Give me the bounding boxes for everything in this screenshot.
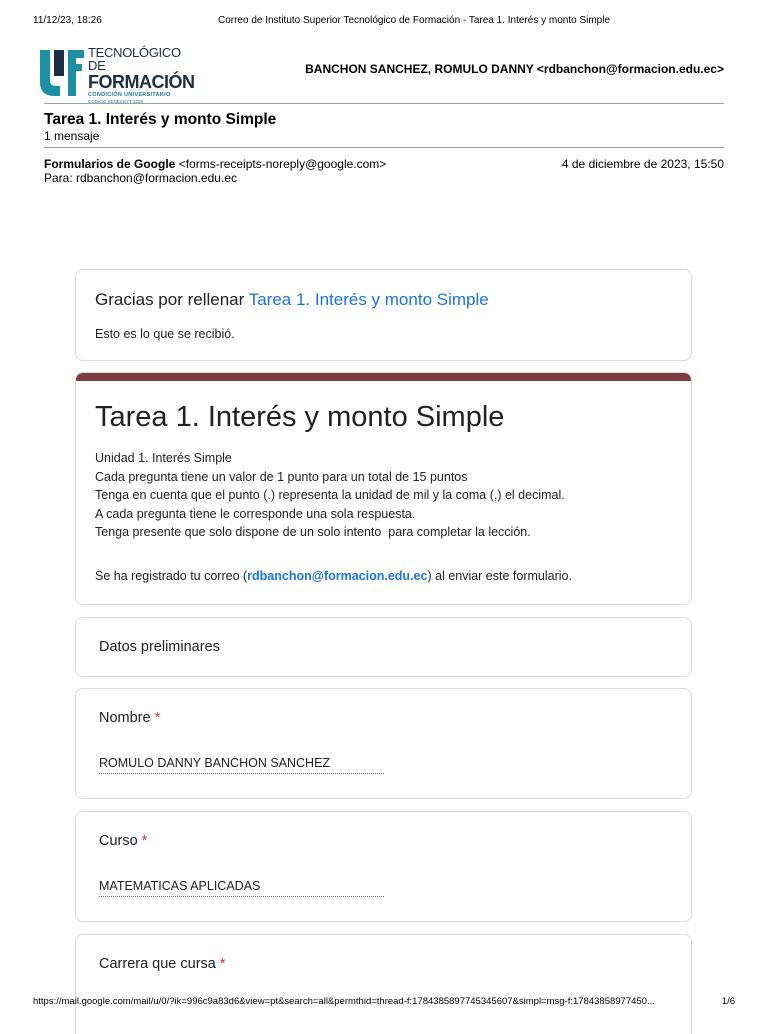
receipt-card: Gracias por rellenar Tarea 1. Interés y … <box>75 269 692 361</box>
message-count: 1 mensaje <box>44 129 100 143</box>
question-label: Curso <box>99 833 138 849</box>
section-card: Datos preliminares <box>75 617 692 677</box>
page-number: 1/6 <box>721 996 735 1007</box>
required-mark: * <box>141 833 148 849</box>
email-sender: Formularios de Google <forms-receipts-no… <box>44 157 386 171</box>
question-answer: ROMULO DANNY BANCHON SANCHEZ <box>99 756 384 774</box>
email-notice-suffix: ) al enviar este formulario. <box>427 569 572 583</box>
required-mark: * <box>219 956 226 972</box>
question-title: Curso * <box>99 833 147 849</box>
form-accent-bar <box>76 373 691 381</box>
email-subject: Tarea 1. Interés y monto Simple <box>44 111 277 128</box>
sender-name: Formularios de Google <box>44 157 176 171</box>
form-description-line: Tenga presente que solo dispone de un so… <box>95 525 531 539</box>
form-header-card: Tarea 1. Interés y monto Simple Unidad 1… <box>75 372 692 605</box>
section-title: Datos preliminares <box>99 639 220 655</box>
form-email-notice: Se ha registrado tu correo (rdbanchon@fo… <box>95 569 572 583</box>
question-title: Carrera que cursa * <box>99 956 226 972</box>
print-footer: https://mail.google.com/mail/u/0/?ik=996… <box>33 996 735 1008</box>
logo-line-3: CONDICIÓN UNIVERSITARIO <box>88 92 171 98</box>
logo-line-2: FORMACIÓN <box>88 72 195 92</box>
form-description-line: A cada pregunta tiene le corresponde una… <box>95 506 416 521</box>
form-title: Tarea 1. Interés y monto Simple <box>95 401 505 433</box>
form-description-line: Unidad 1. Interés Simple <box>95 451 232 465</box>
logo-mark-icon <box>40 50 84 96</box>
subject-divider <box>44 147 724 148</box>
question-card: Nombre * ROMULO DANNY BANCHON SANCHEZ <box>75 688 692 799</box>
email-recipient: Para: rdbanchon@formacion.edu.ec <box>44 171 237 185</box>
receipt-subtitle: Esto es lo que se recibió. <box>95 327 235 341</box>
question-answer: MATEMATICAS APLICADAS <box>99 879 384 897</box>
logo-line-1: TECNOLÓGICO DE <box>88 45 181 73</box>
form-description-line: Tenga en cuenta que el punto (.) represe… <box>95 488 565 502</box>
print-title: Correo de Instituto Superior Tecnológico… <box>217 15 611 26</box>
registered-email: rdbanchon@formacion.edu.ec <box>247 569 428 583</box>
form-link[interactable]: Tarea 1. Interés y monto Simple <box>249 290 489 309</box>
print-url: https://mail.google.com/mail/u/0/?ik=996… <box>33 996 655 1007</box>
account-identity: BANCHON SANCHEZ, ROMULO DANNY <rdbanchon… <box>305 62 724 76</box>
email-date: 4 de diciembre de 2023, 15:50 <box>561 157 724 171</box>
required-mark: * <box>154 710 161 726</box>
question-card: Carrera que cursa * <box>75 934 692 1034</box>
receipt-title: Gracias por rellenar Tarea 1. Interés y … <box>95 290 489 310</box>
question-title: Nombre * <box>99 710 160 726</box>
receipt-title-prefix: Gracias por rellenar <box>95 290 245 309</box>
sender-address: <forms-receipts-noreply@google.com> <box>178 157 387 171</box>
form-description-line: Cada pregunta tiene un valor de 1 punto … <box>95 469 468 484</box>
email-notice-prefix: Se ha registrado tu correo ( <box>95 569 248 583</box>
question-label: Nombre <box>99 710 151 726</box>
question-label: Carrera que cursa <box>99 956 216 972</box>
institution-logo: TECNOLÓGICO DE FORMACIÓN CONDICIÓN UNIVE… <box>40 46 195 103</box>
question-card: Curso * MATEMATICAS APLICADAS <box>75 811 692 922</box>
form-description: Unidad 1. Interés Simple Cada pregunta t… <box>95 449 565 542</box>
header-divider <box>44 103 724 104</box>
